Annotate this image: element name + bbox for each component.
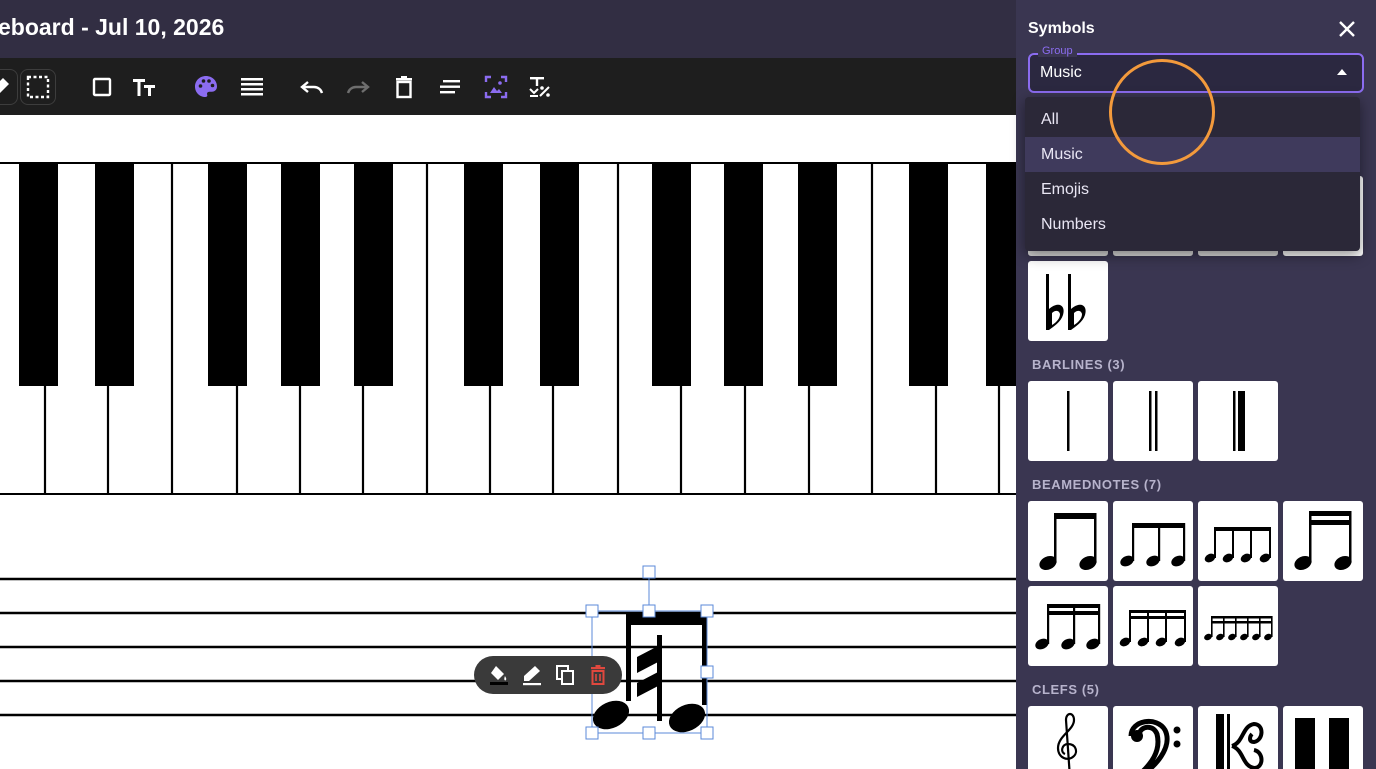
double-flat-icon [1046,274,1086,330]
four-eighth-notes-tile[interactable] [1198,501,1278,581]
rectangle-icon [92,77,112,97]
header-bar: eboard - Jul 10, 2026 [0,0,1016,58]
menu-option-numbers[interactable]: Numbers [1025,207,1360,242]
bass-clef-tile[interactable] [1113,706,1193,769]
line-weight-button[interactable] [234,69,270,105]
palette-icon [195,76,217,97]
image-fit-button[interactable] [478,69,514,105]
two-eighth-notes-tile[interactable] [1028,501,1108,581]
three-sixteenth-notes-icon [1035,604,1101,650]
three-eighth-notes-tile[interactable] [1113,501,1193,581]
undo-button[interactable] [294,69,330,105]
section-label-barlines: BARLINES (3) [1032,357,1126,372]
percussion-clef-tile[interactable] [1283,706,1363,769]
fill-icon [489,666,508,685]
pen-tool-button[interactable] [0,69,18,105]
two-sixteenth-notes-icon [1294,511,1352,571]
group-select-value: Music [1040,64,1082,81]
redo-icon [346,81,370,94]
group-select-label: Group [1038,45,1077,57]
single-barline-tile[interactable] [1028,381,1108,461]
four-sixteenth-notes-tile[interactable] [1113,586,1193,666]
transform-button[interactable] [522,69,558,105]
section-label-beamednotes: BEAMEDNOTES (7) [1032,477,1162,492]
section-label-clefs: CLEFS (5) [1032,682,1100,697]
transform-icon [529,77,550,97]
pencil-icon [522,666,541,686]
whiteboard-app: eboard - Jul 10, 2026 Symbols Group Musi… [0,0,1376,769]
percussion-clef-icon [1295,718,1349,769]
panel-title: Symbols [1028,20,1095,37]
double-barline-tile[interactable] [1113,381,1193,461]
music-staff [0,577,1016,717]
final-barline-tile[interactable] [1198,381,1278,461]
align-icon [440,80,460,94]
final-barline-icon [1233,391,1245,451]
alto-clef-tile[interactable] [1198,706,1278,769]
main-toolbar [0,58,1016,115]
close-panel-button[interactable] [1334,16,1360,42]
undo-icon [300,81,324,94]
delete-symbol-button[interactable] [586,663,610,687]
image-fit-icon [484,75,508,99]
cursor-highlight [1109,59,1215,165]
three-sixteenth-notes-tile[interactable] [1028,586,1108,666]
line-weight-icon [241,78,263,96]
close-icon [1339,21,1355,37]
duplicate-icon [555,665,574,685]
three-eighth-notes-icon [1120,523,1186,567]
double-flat-symbol-tile[interactable] [1028,261,1108,341]
menu-option-emojis[interactable]: Emojis [1025,172,1360,207]
delete-icon [396,76,412,99]
selection-mini-toolbar [474,656,622,694]
four-sixteenth-notes-icon [1119,610,1186,647]
select-region-icon [26,75,50,99]
rectangle-tool-button[interactable] [84,69,120,105]
stroke-color-button[interactable] [520,663,544,687]
select-region-button[interactable] [20,69,56,105]
treble-clef-icon [1056,712,1078,769]
pen-icon [0,78,9,93]
two-eighth-notes-icon [1039,513,1097,571]
duplicate-button[interactable] [553,663,577,687]
text-size-button[interactable] [126,69,162,105]
single-barline-icon [1067,391,1070,451]
piano-keyboard [0,162,1016,495]
six-sixteenth-notes-tile[interactable] [1198,586,1278,666]
alto-clef-icon [1216,714,1264,769]
six-sixteenth-notes-icon [1204,616,1273,641]
text-size-icon [133,79,155,96]
four-eighth-notes-icon [1204,527,1271,563]
bass-clef-icon [1128,719,1181,769]
delete-button[interactable] [386,69,422,105]
treble-clef-tile[interactable] [1028,706,1108,769]
trash-icon [590,665,605,685]
board-title: eboard - Jul 10, 2026 [0,14,225,40]
double-barline-icon [1149,391,1158,451]
two-sixteenth-notes-tile[interactable] [1283,501,1363,581]
caret-up-icon[interactable] [1336,68,1348,76]
fill-color-button[interactable] [487,663,511,687]
palette-button[interactable] [188,69,224,105]
align-button[interactable] [432,69,468,105]
redo-button[interactable] [340,69,376,105]
